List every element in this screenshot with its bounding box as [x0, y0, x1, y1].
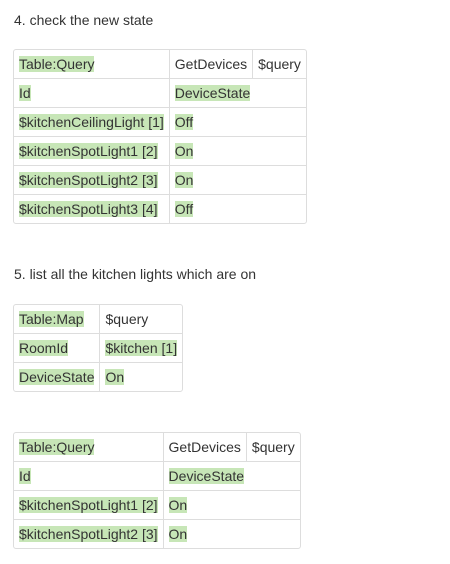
- step-5-heading: 5. list all the kitchen lights which are…: [14, 266, 257, 282]
- cell-value: On: [168, 497, 188, 513]
- table-column-row: Id DeviceState: [14, 462, 300, 491]
- table-cell: On: [163, 491, 300, 520]
- table-cell: $kitchenSpotLight1 [2]: [14, 491, 164, 520]
- cell-value: DeviceState: [19, 369, 95, 385]
- step-5-map-table: Table:Map $query RoomId $kitchen [1] Dev…: [13, 304, 184, 392]
- table-column-row: Id DeviceState: [14, 79, 306, 108]
- step-4-query-table: Table:Query GetDevices $query Id DeviceS…: [13, 49, 307, 224]
- cell-value: $kitchenSpotLight1 [2]: [19, 143, 158, 159]
- header-cell: $query: [100, 305, 183, 334]
- step-4-heading: 4. check the new state: [14, 12, 154, 28]
- table-cell: RoomId: [14, 334, 101, 363]
- cell-value: Off: [174, 201, 194, 217]
- column-cell: Id: [14, 462, 164, 491]
- table-cell: Off: [169, 108, 306, 137]
- table-row: $kitchenSpotLight1 [2] On: [14, 137, 306, 166]
- fixture-type-label: Table:Query: [19, 56, 95, 72]
- cell-value: On: [168, 526, 188, 542]
- column-label: Id: [19, 468, 31, 484]
- header-cell: Table:Query: [14, 433, 164, 462]
- cell-value: $kitchenSpotLight2 [3]: [19, 172, 158, 188]
- table-cell: $kitchenCeilingLight [1]: [14, 108, 170, 137]
- fixture-type-label: Table:Map: [19, 311, 84, 327]
- table-cell: DeviceState: [14, 363, 101, 391]
- header-cell: GetDevices: [163, 433, 247, 462]
- header-cell: Table:Query: [14, 50, 170, 79]
- column-cell: DeviceState: [163, 462, 300, 491]
- table-cell: Off: [170, 195, 306, 223]
- table-row: $kitchenSpotLight1 [2] On: [14, 491, 300, 520]
- table-cell: On: [100, 363, 182, 391]
- cell-value: $kitchenSpotLight2 [3]: [19, 526, 158, 542]
- table-cell: On: [169, 137, 306, 166]
- header-cell: $query: [246, 433, 300, 462]
- fixture-type-label: Table:Query: [19, 439, 95, 455]
- table-header-row: Table:Query GetDevices $query: [14, 50, 306, 79]
- table-cell: $kitchenSpotLight1 [2]: [14, 137, 170, 166]
- column-cell: DeviceState: [169, 79, 306, 108]
- header-cell: $query: [253, 50, 306, 79]
- column-label: DeviceState: [168, 468, 245, 484]
- table-cell: $kitchen [1]: [100, 334, 183, 363]
- table-row: $kitchenSpotLight2 [3] On: [14, 520, 300, 548]
- cell-value: On: [174, 172, 194, 188]
- cell-value: $kitchenSpotLight1 [2]: [19, 497, 158, 513]
- column-label: Id: [19, 85, 31, 101]
- step-5-query-table: Table:Query GetDevices $query Id DeviceS…: [13, 432, 301, 549]
- table-row: RoomId $kitchen [1]: [14, 334, 183, 363]
- table-header-row: Table:Query GetDevices $query: [14, 433, 300, 462]
- table-row: DeviceState On: [14, 363, 182, 391]
- table-cell: $kitchenSpotLight2 [3]: [14, 520, 164, 548]
- cell-value: On: [105, 369, 125, 385]
- table-cell: $kitchenSpotLight3 [4]: [14, 195, 170, 223]
- cell-value: $kitchen [1]: [105, 340, 178, 356]
- table-cell: $kitchenSpotLight2 [3]: [14, 166, 170, 195]
- cell-value: $kitchenSpotLight3 [4]: [19, 201, 158, 217]
- cell-value: Off: [174, 114, 194, 130]
- header-cell: GetDevices: [169, 50, 254, 79]
- column-cell: Id: [14, 79, 170, 108]
- table-cell: On: [169, 166, 306, 195]
- header-cell: Table:Map: [14, 305, 101, 334]
- table-cell: On: [164, 520, 300, 548]
- cell-value: $kitchenCeilingLight [1]: [19, 114, 164, 130]
- cell-value: On: [174, 143, 194, 159]
- table-row: $kitchenSpotLight2 [3] On: [14, 166, 306, 195]
- table-row: $kitchenCeilingLight [1] Off: [14, 108, 306, 137]
- table-row: $kitchenSpotLight3 [4] Off: [14, 195, 306, 223]
- column-label: DeviceState: [174, 85, 251, 101]
- cell-value: RoomId: [19, 340, 69, 356]
- table-header-row: Table:Map $query: [14, 305, 183, 334]
